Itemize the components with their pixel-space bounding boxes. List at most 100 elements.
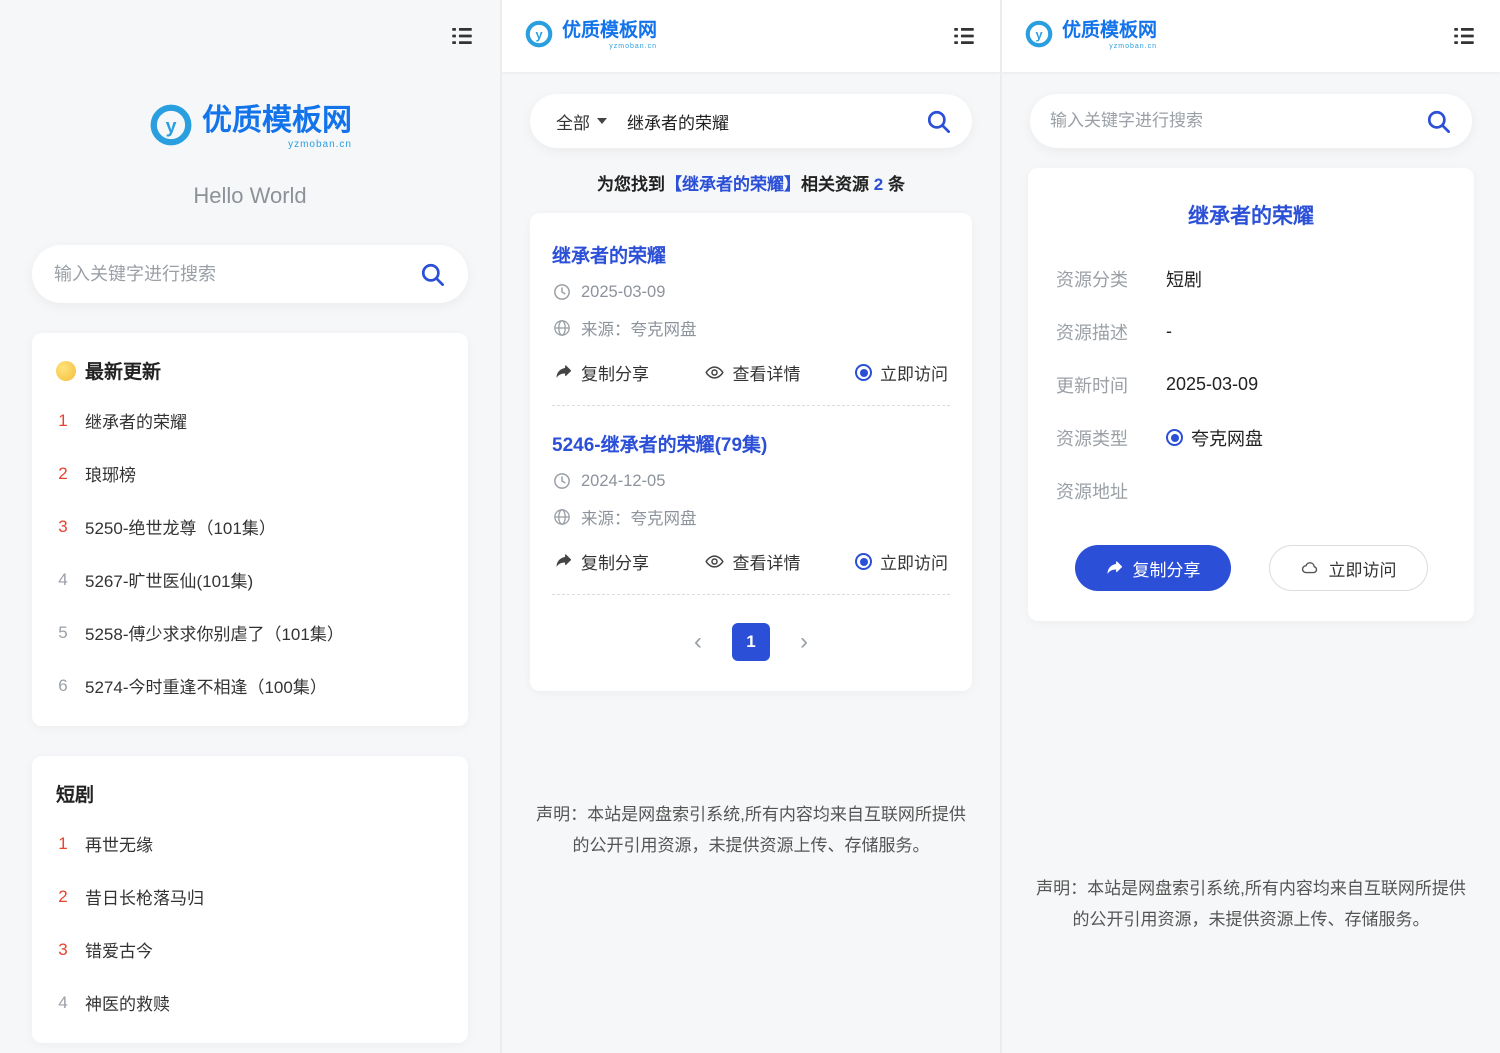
- copy-share-button[interactable]: 复制分享: [1075, 545, 1231, 591]
- search-button[interactable]: [924, 107, 952, 135]
- copy-share-action[interactable]: 复制分享: [554, 360, 649, 385]
- brand-domain: yzmoban.cn: [202, 140, 352, 151]
- field-label: 资源地址: [1056, 478, 1142, 504]
- svg-text:y: y: [1035, 26, 1043, 41]
- copy-share-label: 复制分享: [581, 360, 649, 385]
- brand-name: 优质模板网: [202, 105, 352, 137]
- list-item-title: 继承者的荣耀: [85, 408, 187, 433]
- list-item-title: 昔日长枪落马归: [85, 884, 204, 909]
- field-category: 资源分类 短剧: [1056, 252, 1446, 305]
- celebration-icon: [56, 361, 76, 381]
- category-filter[interactable]: 全部: [556, 109, 607, 134]
- list-item-title: 琅琊榜: [85, 461, 136, 486]
- list-item[interactable]: 3 错爱古今: [56, 923, 444, 976]
- list-item[interactable]: 1 再世无缘: [56, 817, 444, 870]
- rank-number: 2: [56, 887, 70, 907]
- field-label: 资源类型: [1056, 425, 1142, 451]
- list-item-title: 5258-傅少求求你别虐了（101集）: [85, 620, 344, 645]
- view-detail-action[interactable]: 查看详情: [704, 360, 801, 385]
- summary-keyword: 【继承者的荣耀】: [665, 175, 801, 194]
- field-label: 资源分类: [1056, 266, 1142, 292]
- field-value: 夸克网盘: [1166, 425, 1263, 451]
- site-logo[interactable]: y 优质模板网 yzmoban.cn: [524, 19, 657, 54]
- menu-button[interactable]: [448, 22, 476, 50]
- detail-search-button[interactable]: [1424, 107, 1452, 135]
- current-page-button[interactable]: 1: [732, 623, 770, 661]
- menu-button[interactable]: [1450, 22, 1478, 50]
- detail-search-box: [1030, 94, 1472, 148]
- list-item-title: 错爱古今: [85, 937, 153, 962]
- list-item[interactable]: 3 5250-绝世龙尊（101集）: [56, 500, 444, 553]
- copy-share-action[interactable]: 复制分享: [554, 549, 649, 574]
- list-item[interactable]: 4 5267-旷世医仙(101集): [56, 553, 444, 606]
- visit-now-button[interactable]: 立即访问: [1269, 545, 1428, 591]
- short-drama-list: 1 再世无缘 2 昔日长枪落马归 3 错爱古今 4 神医的救赎: [56, 817, 444, 1029]
- field-value: 2025-03-09: [1166, 374, 1258, 395]
- field-label: 更新时间: [1056, 372, 1142, 398]
- list-item[interactable]: 2 琅琊榜: [56, 447, 444, 500]
- list-item[interactable]: 4 神医的救赎: [56, 976, 444, 1029]
- visit-now-label: 立即访问: [1329, 556, 1397, 581]
- field-update-time: 更新时间 2025-03-09: [1056, 358, 1446, 411]
- results-card: 继承者的荣耀 2025-03-09 来源：夸克网盘 复制分享: [530, 213, 972, 691]
- home-search-button[interactable]: [418, 260, 446, 288]
- result-actions: 复制分享 查看详情 立即访问: [552, 543, 950, 594]
- field-description: 资源描述 -: [1056, 305, 1446, 358]
- globe-icon: [552, 318, 572, 338]
- list-item-title: 5267-旷世医仙(101集): [85, 567, 253, 592]
- clock-icon: [552, 471, 572, 491]
- list-item[interactable]: 6 5274-今时重逢不相逢（100集）: [56, 659, 444, 712]
- visit-now-action[interactable]: 立即访问: [855, 360, 948, 385]
- rank-number: 3: [56, 517, 70, 537]
- list-item[interactable]: 2 昔日长枪落马归: [56, 870, 444, 923]
- site-logo[interactable]: y 优质模板网 yzmoban.cn: [1024, 19, 1157, 54]
- list-item[interactable]: 1 继承者的荣耀: [56, 394, 444, 447]
- globe-icon: [552, 507, 572, 527]
- field-value: 短剧: [1166, 266, 1202, 292]
- result-item: 5246-继承者的荣耀(79集) 2024-12-05 来源：夸克网盘 复: [552, 406, 950, 595]
- detail-search-input[interactable]: [1050, 111, 1424, 131]
- prev-page-button[interactable]: ‹: [694, 630, 702, 654]
- result-title[interactable]: 5246-继承者的荣耀(79集): [552, 430, 950, 457]
- search-input[interactable]: [627, 111, 924, 131]
- share-icon: [554, 552, 573, 571]
- rank-number: 3: [56, 940, 70, 960]
- search-icon: [419, 261, 446, 288]
- copy-share-label: 复制分享: [581, 549, 649, 574]
- list-item[interactable]: 5 5258-傅少求求你别虐了（101集）: [56, 606, 444, 659]
- copy-share-label: 复制分享: [1133, 556, 1201, 581]
- result-source-row: 来源：夸克网盘: [552, 505, 950, 529]
- view-detail-action[interactable]: 查看详情: [704, 549, 801, 574]
- result-item: 继承者的荣耀 2025-03-09 来源：夸克网盘 复制分享: [552, 217, 950, 406]
- share-icon: [1105, 559, 1124, 578]
- field-label: 资源描述: [1056, 319, 1142, 345]
- home-search-box: [32, 245, 468, 303]
- site-logo[interactable]: y 优质模板网 yzmoban.cn: [0, 102, 500, 153]
- disclaimer-text: 声明：本站是网盘索引系统,所有内容均来自互联网所提供的公开引用资源，未提供资源上…: [532, 799, 970, 862]
- menu-button[interactable]: [950, 22, 978, 50]
- detail-panel: y 优质模板网 yzmoban.cn 继承者的荣耀 资源分类: [1000, 0, 1500, 1053]
- result-title[interactable]: 继承者的荣耀: [552, 241, 950, 268]
- field-resource-type: 资源类型 夸克网盘: [1056, 411, 1446, 464]
- summary-count: 2: [874, 175, 883, 194]
- resource-detail-card: 继承者的荣耀 资源分类 短剧 资源描述 - 更新时间 2025-03-09 资源…: [1028, 168, 1474, 621]
- visit-now-label: 立即访问: [880, 549, 948, 574]
- next-page-button[interactable]: ›: [800, 630, 808, 654]
- rank-number: 2: [56, 464, 70, 484]
- view-detail-label: 查看详情: [733, 360, 801, 385]
- short-drama-title: 短剧: [56, 780, 94, 807]
- list-item-title: 5274-今时重逢不相逢（100集）: [85, 673, 327, 698]
- home-search-input[interactable]: [54, 264, 418, 285]
- menu-icon: [951, 23, 977, 49]
- list-item-title: 神医的救赎: [85, 990, 170, 1015]
- home-topbar: [0, 0, 500, 50]
- cloud-icon: [1300, 558, 1320, 578]
- search-results-panel: y 优质模板网 yzmoban.cn 全部: [500, 0, 1000, 1053]
- view-detail-label: 查看详情: [733, 549, 801, 574]
- rank-number: 1: [56, 411, 70, 431]
- visit-now-label: 立即访问: [880, 360, 948, 385]
- visit-now-action[interactable]: 立即访问: [855, 549, 948, 574]
- search-box: 全部: [530, 94, 972, 148]
- result-date-row: 2024-12-05: [552, 471, 950, 491]
- summary-prefix: 为您找到: [597, 175, 665, 194]
